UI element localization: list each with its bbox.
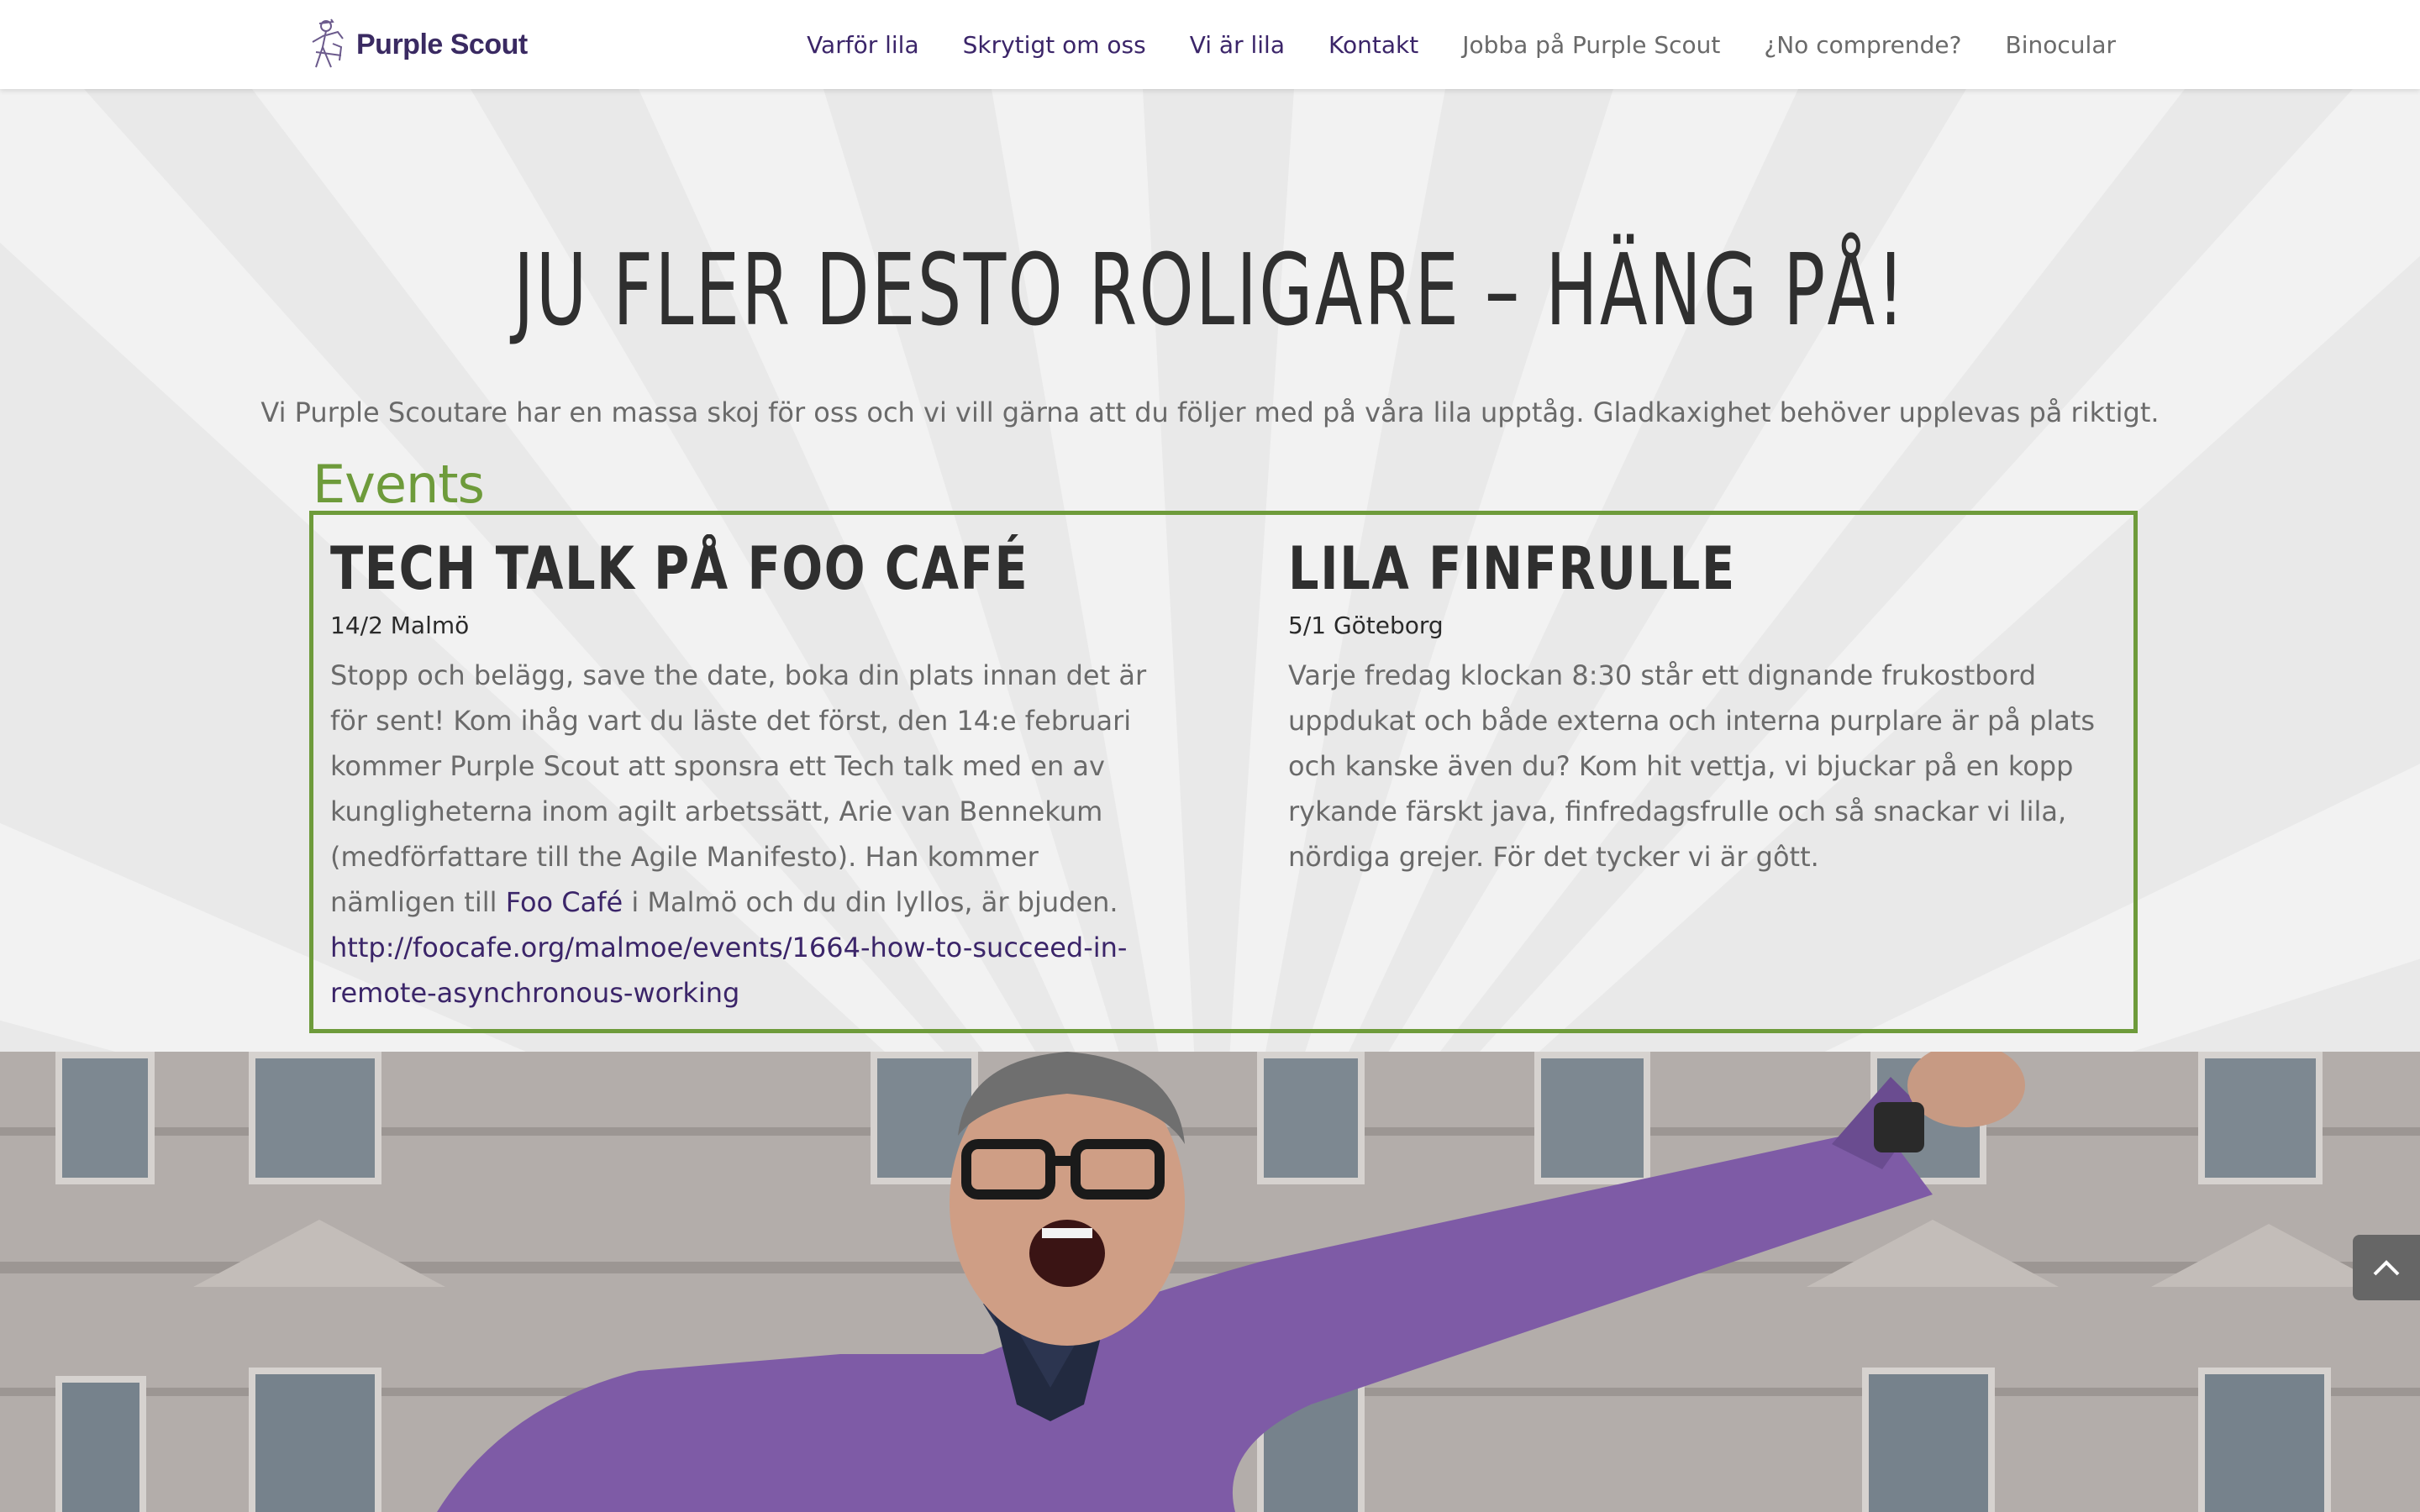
page-headline: JU FLER DESTO ROLIGARE – HÄNG PÅ!	[513, 232, 1907, 348]
cheering-man-photo	[0, 1052, 2420, 1512]
nav-item-vi-ar-lila[interactable]: Vi är lila	[1190, 31, 1285, 59]
nav-item-binocular[interactable]: Binocular	[2006, 31, 2116, 59]
foo-cafe-link[interactable]: Foo Café	[506, 886, 623, 918]
event-text: i Malmö och du din lyllos, är bjuden.	[623, 886, 1118, 918]
event-text: Stopp och belägg, save the date, boka di…	[330, 659, 1147, 918]
event-card: TECH TALK PÅ FOO CAFÉ 14/2 Malmö Stopp o…	[330, 530, 1171, 1016]
event-date: 14/2 Malmö	[330, 612, 470, 639]
events-box: TECH TALK PÅ FOO CAFÉ 14/2 Malmö Stopp o…	[309, 511, 2138, 1033]
logo-text: Purple Scout	[356, 28, 528, 60]
main-nav: Varför lila Skrytigt om oss Vi är lila K…	[763, 0, 2116, 89]
hero-section: JU FLER DESTO ROLIGARE – HÄNG PÅ! Vi Pur…	[0, 89, 2420, 1052]
nav-item-varfor-lila[interactable]: Varför lila	[807, 31, 919, 59]
scout-figure-icon	[312, 18, 344, 68]
intro-text: Vi Purple Scoutare har en massa skoj för…	[260, 396, 2160, 428]
event-card: LILA FINFRULLE 5/1 Göteborg Varje fredag…	[1288, 530, 2128, 879]
events-heading: Events	[313, 454, 485, 515]
hero-photo	[0, 1052, 2420, 1512]
nav-item-kontakt[interactable]: Kontakt	[1328, 31, 1418, 59]
event-description: Varje fredag klockan 8:30 står ett digna…	[1288, 659, 2096, 873]
event-title: TECH TALK PÅ FOO CAFÉ	[330, 534, 1029, 603]
event-date: 5/1 Göteborg	[1288, 612, 1444, 639]
site-logo[interactable]: Purple Scout	[308, 18, 528, 71]
nav-item-no-comprende[interactable]: ¿No comprende?	[1764, 31, 1961, 59]
nav-item-skrytigt-om-oss[interactable]: Skrytigt om oss	[963, 31, 1146, 59]
event-title: LILA FINFRULLE	[1288, 534, 1736, 603]
nav-item-jobba[interactable]: Jobba på Purple Scout	[1462, 31, 1720, 59]
back-to-top-button[interactable]	[2353, 1235, 2420, 1300]
event-url-link[interactable]: http://foocafe.org/malmoe/events/1664-ho…	[330, 932, 1127, 1009]
chevron-up-icon	[2373, 1260, 2400, 1276]
site-header: Purple Scout Varför lila Skrytigt om oss…	[0, 0, 2420, 89]
event-description: Stopp och belägg, save the date, boka di…	[330, 653, 1171, 1016]
